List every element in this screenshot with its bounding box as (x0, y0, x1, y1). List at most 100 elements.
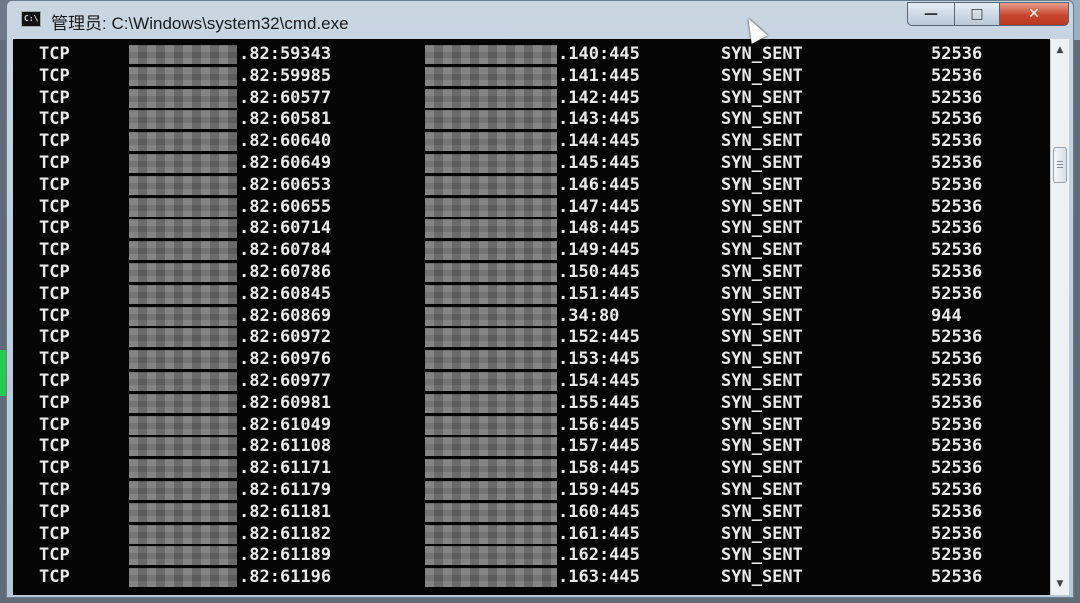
process-id: 52536 (931, 196, 983, 217)
foreign-address: .157:445 (558, 436, 640, 457)
protocol: TCP (39, 87, 70, 108)
console-line: TCP .82:61049 .156:445 SYN_SENT 52536 (13, 414, 1050, 436)
protocol: TCP (39, 65, 70, 86)
connection-state: SYN_SENT (721, 240, 803, 261)
redacted-local-address (129, 459, 237, 479)
foreign-address: .161:445 (558, 523, 640, 544)
redacted-remote-address (425, 197, 557, 217)
connection-state: SYN_SENT (721, 392, 803, 413)
protocol: TCP (39, 44, 70, 64)
foreign-address: .143:445 (558, 109, 640, 130)
maximize-button[interactable]: □ (954, 2, 1000, 26)
redacted-local-address (129, 437, 237, 457)
foreign-address: .158:445 (558, 458, 640, 479)
redacted-remote-address (425, 284, 557, 304)
foreign-address: .155:445 (558, 392, 640, 413)
redacted-remote-address (425, 350, 557, 370)
close-button[interactable]: ✕ (999, 2, 1069, 26)
console-line: TCP .82:60981 .155:445 SYN_SENT 52536 (13, 392, 1050, 414)
redacted-local-address (129, 481, 237, 500)
foreign-address: .140:445 (558, 44, 640, 64)
cmd-app-icon[interactable]: C:\ (21, 11, 41, 27)
redacted-remote-address (425, 328, 557, 348)
redacted-local-address (129, 197, 237, 217)
redacted-local-address (129, 45, 237, 64)
vertical-scrollbar[interactable]: ▲ ▼ (1050, 39, 1069, 595)
local-address: .82:61189 (239, 545, 332, 566)
local-address: .82:60653 (239, 174, 332, 195)
window-title: 管理员: C:\Windows\system32\cmd.exe (51, 14, 349, 33)
console-line: TCP .82:59343 .140:445 SYN_SENT 52536 (13, 43, 1050, 65)
redacted-local-address (129, 306, 237, 326)
console-line: TCP .82:60869 .34:80 SYN_SENT 944 (13, 305, 1050, 327)
redacted-remote-address (425, 132, 557, 152)
connection-state: SYN_SENT (721, 371, 803, 391)
redacted-remote-address (425, 219, 557, 239)
cmd-window: C:\ 管理员: C:\Windows\system32\cmd.exe — □… (6, 0, 1074, 598)
connection-state: SYN_SENT (721, 305, 803, 326)
foreign-address: .34:80 (558, 305, 620, 326)
minimize-icon: — (924, 6, 938, 22)
redacted-local-address (129, 66, 237, 86)
local-address: .82:61196 (239, 567, 332, 588)
process-id: 52536 (931, 414, 983, 435)
console-line: TCP .82:61108 .157:445 SYN_SENT 52536 (13, 435, 1050, 457)
foreign-address: .156:445 (558, 414, 640, 435)
foreign-address: .162:445 (558, 545, 640, 566)
protocol: TCP (39, 458, 70, 479)
console-line: TCP .82:61189 .162:445 SYN_SENT 52536 (13, 544, 1050, 566)
protocol: TCP (39, 327, 70, 348)
connection-state: SYN_SENT (721, 218, 803, 239)
console-line: TCP .82:60784 .149:445 SYN_SENT 52536 (13, 239, 1050, 261)
redacted-remote-address (425, 546, 557, 566)
local-address: .82:61179 (239, 480, 332, 500)
process-id: 52536 (931, 480, 983, 500)
process-id: 52536 (931, 371, 983, 391)
redacted-remote-address (425, 45, 557, 64)
protocol: TCP (39, 153, 70, 173)
scroll-thumb[interactable] (1053, 147, 1067, 183)
connection-state: SYN_SENT (721, 501, 803, 522)
protocol: TCP (39, 567, 70, 588)
console-line: TCP .82:61196 .163:445 SYN_SENT 52536 (13, 566, 1050, 588)
console-line: TCP .82:60972 .152:445 SYN_SENT 52536 (13, 326, 1050, 348)
connection-state: SYN_SENT (721, 44, 803, 64)
grip-line (1057, 164, 1063, 165)
redacted-remote-address (425, 154, 557, 173)
local-address: .82:60976 (239, 349, 332, 370)
connection-state: SYN_SENT (721, 87, 803, 108)
process-id: 52536 (931, 567, 983, 588)
title-bar[interactable]: C:\ 管理员: C:\Windows\system32\cmd.exe — □… (7, 1, 1073, 39)
redacted-local-address (129, 415, 237, 435)
connection-state: SYN_SENT (721, 131, 803, 152)
local-address: .82:60577 (239, 87, 332, 108)
connection-state: SYN_SENT (721, 283, 803, 304)
protocol: TCP (39, 349, 70, 370)
console-line: TCP .82:60655 .147:445 SYN_SENT 52536 (13, 196, 1050, 218)
local-address: .82:60655 (239, 196, 332, 217)
minimize-button[interactable]: — (907, 2, 955, 26)
connection-state: SYN_SENT (721, 327, 803, 348)
connection-state: SYN_SENT (721, 174, 803, 195)
protocol: TCP (39, 283, 70, 304)
connection-state: SYN_SENT (721, 65, 803, 86)
connection-state: SYN_SENT (721, 567, 803, 588)
process-id: 52536 (931, 283, 983, 304)
connection-state: SYN_SENT (721, 480, 803, 500)
redacted-local-address (129, 546, 237, 566)
protocol: TCP (39, 218, 70, 239)
scroll-up-icon[interactable]: ▲ (1051, 41, 1069, 59)
protocol: TCP (39, 523, 70, 544)
local-address: .82:60977 (239, 371, 332, 391)
protocol: TCP (39, 109, 70, 130)
scroll-down-icon[interactable]: ▼ (1051, 575, 1069, 593)
redacted-remote-address (425, 393, 557, 413)
console-output[interactable]: TCP .82:59343 .140:445 SYN_SENT 52536 TCP .82:… (13, 39, 1050, 595)
local-address: .82:60714 (239, 218, 332, 239)
protocol: TCP (39, 371, 70, 391)
foreign-address: .146:445 (558, 174, 640, 195)
connection-state: SYN_SENT (721, 262, 803, 282)
local-address: .82:60869 (239, 305, 332, 326)
local-address: .82:61108 (239, 436, 332, 457)
protocol: TCP (39, 174, 70, 195)
